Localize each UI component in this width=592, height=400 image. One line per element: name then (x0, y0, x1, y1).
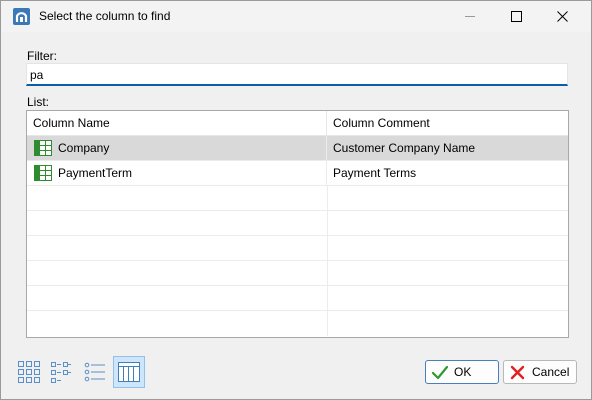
window-title: Select the column to find (39, 9, 171, 23)
cell-column-name: Company (27, 136, 327, 161)
cancel-x-icon (510, 365, 525, 380)
empty-row (27, 286, 568, 311)
column-header-comment[interactable]: Column Comment (327, 111, 568, 136)
row-name-text: Company (58, 141, 110, 155)
details-view-button[interactable] (113, 356, 145, 388)
large-icons-view-icon (18, 361, 40, 383)
cell-column-comment: Payment Terms (333, 166, 417, 180)
column-header-name[interactable]: Column Name (27, 111, 327, 136)
title-bar: Select the column to find (1, 1, 591, 32)
empty-row (27, 261, 568, 286)
table-column-icon (34, 165, 52, 181)
cancel-button[interactable]: Cancel (503, 360, 577, 384)
empty-row (27, 211, 568, 236)
column-list-grid[interactable]: Column Name Column Comment Company Custo… (26, 110, 569, 338)
empty-row (27, 311, 568, 336)
minimize-icon (464, 16, 475, 17)
cell-column-name: PaymentTerm (27, 161, 327, 186)
maximize-icon (510, 11, 522, 22)
empty-row (27, 186, 568, 211)
small-icons-view-icon (51, 362, 71, 383)
table-column-icon (34, 140, 52, 156)
details-view-icon (118, 362, 140, 382)
cell-column-comment: Customer Company Name (333, 141, 476, 155)
grid-header: Column Name Column Comment (27, 111, 568, 136)
app-icon (13, 8, 30, 25)
small-icons-view-button[interactable] (45, 356, 77, 388)
filter-input[interactable] (26, 63, 568, 86)
empty-row (27, 236, 568, 261)
dialog-window: Select the column to find Filter: List: … (0, 0, 592, 400)
ok-button-label: OK (454, 365, 472, 379)
close-icon (556, 11, 568, 22)
row-name-text: PaymentTerm (58, 166, 133, 180)
minimize-button[interactable] (447, 1, 493, 32)
list-label: List: (27, 95, 50, 109)
close-button[interactable] (539, 1, 585, 32)
checkmark-icon (431, 365, 448, 380)
table-row[interactable]: PaymentTerm Payment Terms (27, 161, 568, 186)
list-view-icon (84, 362, 105, 382)
large-icons-view-button[interactable] (13, 356, 45, 388)
maximize-button[interactable] (493, 1, 539, 32)
filter-label: Filter: (27, 49, 57, 63)
ok-button[interactable]: OK (425, 360, 499, 384)
cancel-button-label: Cancel (532, 365, 570, 379)
table-row[interactable]: Company Customer Company Name (27, 136, 568, 161)
list-view-button[interactable] (79, 356, 111, 388)
